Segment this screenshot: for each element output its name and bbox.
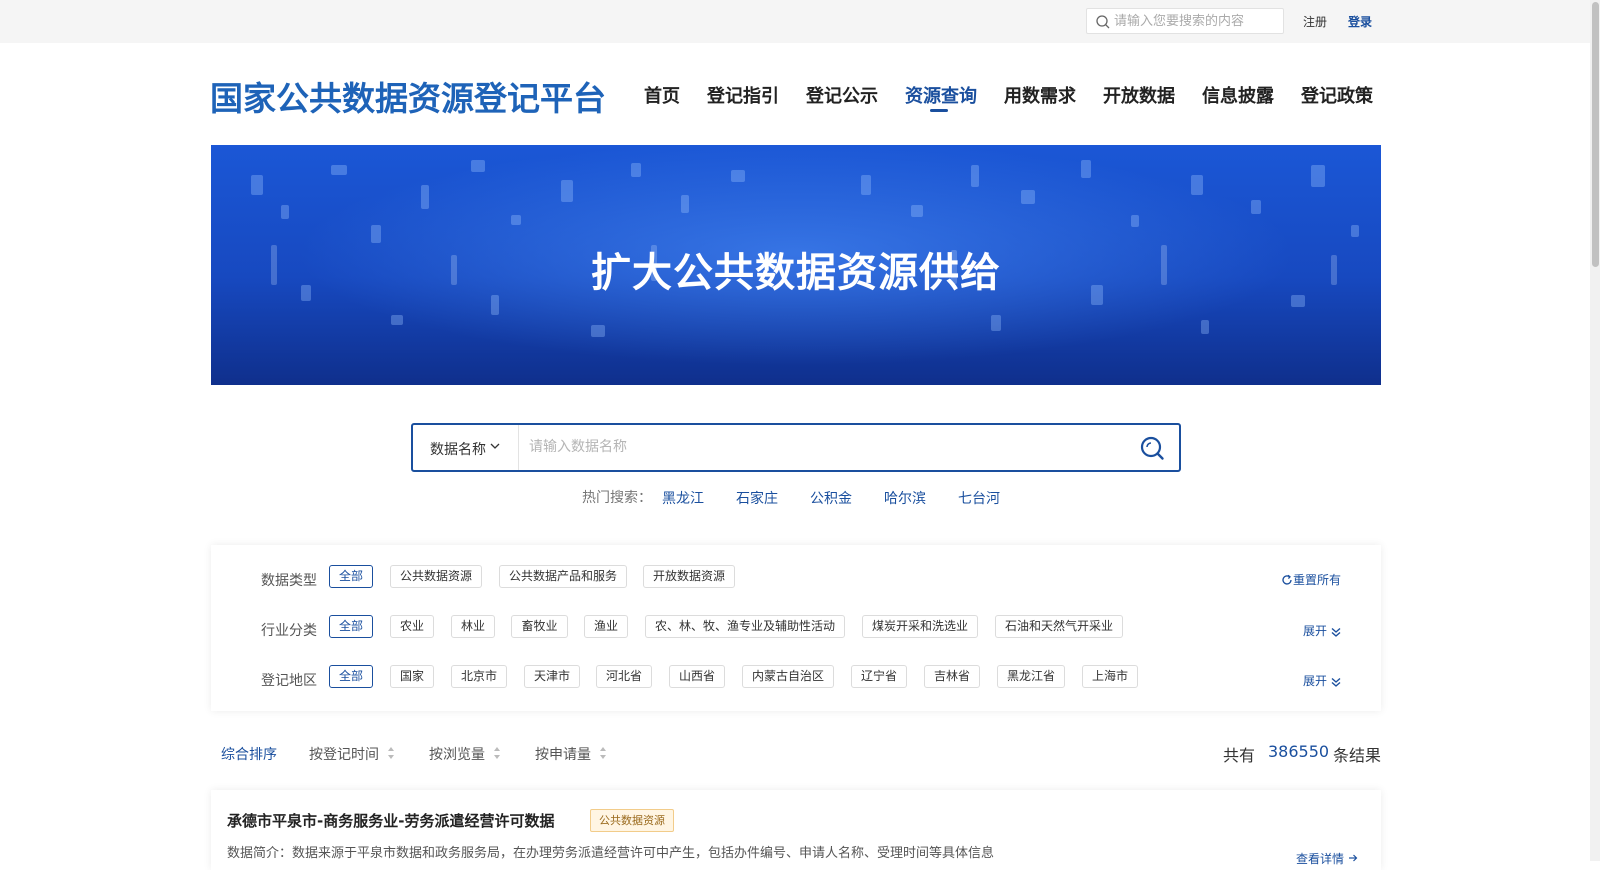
- filter-chip-agriculture[interactable]: 农业: [390, 615, 434, 638]
- sort-arrows-icon: [494, 747, 500, 759]
- filter-chip-region-heilongjiang[interactable]: 黑龙江省: [997, 665, 1065, 688]
- expand-label: 展开: [1303, 624, 1328, 638]
- filter-chip-region-liaoning[interactable]: 辽宁省: [851, 665, 907, 688]
- banner-title: 扩大公共数据资源供给: [591, 250, 1001, 296]
- filter-chip-region-all[interactable]: 全部: [329, 665, 373, 688]
- result-description: 数据简介：数据来源于平泉市数据和政务服务局，在办理劳务派遣经营许可中产生，包括办…: [227, 846, 995, 861]
- filter-chip-region-shanxi[interactable]: 山西省: [669, 665, 725, 688]
- filter-chip-region-jilin[interactable]: 吉林省: [924, 665, 980, 688]
- filter-chip-public-data-product[interactable]: 公共数据产品和服务: [499, 565, 627, 588]
- filter-chip-animal-husbandry[interactable]: 畜牧业: [511, 615, 568, 638]
- sort-comprehensive[interactable]: 综合排序: [221, 744, 277, 764]
- data-name-search-input[interactable]: [529, 435, 999, 459]
- filter-chip-coal-mining[interactable]: 煤炭开采和洗选业: [862, 615, 978, 638]
- filter-chip-industry-all[interactable]: 全部: [329, 615, 373, 638]
- nav-publicity[interactable]: 登记公示: [806, 82, 878, 108]
- filter-chip-public-data-resource[interactable]: 公共数据资源: [390, 565, 482, 588]
- filter-label-region: 登记地区: [261, 673, 317, 689]
- hot-search-term[interactable]: 石家庄: [736, 488, 778, 508]
- search-type-dropdown[interactable]: 数据名称: [413, 425, 519, 470]
- filter-chip-region-shanghai[interactable]: 上海市: [1082, 665, 1138, 688]
- result-count-suffix: 条结果: [1333, 746, 1382, 765]
- hot-search-term[interactable]: 黑龙江: [662, 488, 704, 508]
- sort-by-registration-time[interactable]: 按登记时间: [309, 744, 379, 764]
- site-title[interactable]: 国家公共数据资源登记平台: [210, 72, 606, 120]
- search-icon: [1096, 15, 1110, 29]
- refresh-icon: [1282, 574, 1292, 585]
- nav-home[interactable]: 首页: [644, 82, 680, 108]
- nav-disclosure[interactable]: 信息披露: [1202, 82, 1274, 108]
- search-button[interactable]: [1139, 435, 1167, 461]
- double-chevron-down-icon: [1331, 677, 1341, 687]
- hot-search-term[interactable]: 公积金: [810, 488, 852, 508]
- sort-arrows-icon: [600, 747, 606, 759]
- scrollbar-thumb[interactable]: [1592, 2, 1599, 267]
- hot-search-term[interactable]: 哈尔滨: [884, 488, 926, 508]
- filter-chip-region-national[interactable]: 国家: [390, 665, 434, 688]
- hero-banner: 扩大公共数据资源供给: [211, 145, 1381, 385]
- search-icon: [1140, 436, 1164, 460]
- nav-open-data[interactable]: 开放数据: [1103, 82, 1175, 108]
- filter-chip-region-beijing[interactable]: 北京市: [451, 665, 507, 688]
- filter-chip-oil-gas[interactable]: 石油和天然气开采业: [995, 615, 1123, 638]
- hot-search-term[interactable]: 七台河: [958, 488, 1000, 508]
- filter-chip-open-data-resource[interactable]: 开放数据资源: [643, 565, 735, 588]
- filter-label-data-type: 数据类型: [261, 573, 317, 589]
- nav-policy[interactable]: 登记政策: [1301, 82, 1373, 108]
- result-type-badge: 公共数据资源: [590, 809, 674, 832]
- nav-demand[interactable]: 用数需求: [1004, 82, 1076, 108]
- filter-chip-region-tianjin[interactable]: 天津市: [524, 665, 580, 688]
- result-count-prefix: 共有: [1223, 746, 1256, 765]
- filter-chip-agri-support[interactable]: 农、林、牧、渔专业及辅助性活动: [645, 615, 845, 638]
- main-search-box: 数据名称: [411, 423, 1181, 472]
- nav-active-indicator: [930, 109, 948, 112]
- result-title[interactable]: 承德市平泉市-商务服务业-劳务派遣经营许可数据: [227, 810, 554, 831]
- nav-resource-query[interactable]: 资源查询: [905, 82, 977, 108]
- view-detail-link[interactable]: 查看详情: [1296, 850, 1358, 867]
- nav-guide[interactable]: 登记指引: [707, 82, 779, 108]
- expand-label: 展开: [1303, 674, 1328, 688]
- arrow-right-icon: [1348, 854, 1358, 862]
- filter-chip-region-hebei[interactable]: 河北省: [596, 665, 652, 688]
- result-count: 386550: [1268, 742, 1330, 761]
- search-type-label: 数据名称: [430, 442, 486, 458]
- filter-chip-fishery[interactable]: 渔业: [584, 615, 628, 638]
- filter-label-industry: 行业分类: [261, 623, 317, 639]
- reset-all-label: 重置所有: [1293, 573, 1342, 587]
- filter-chip-forestry[interactable]: 林业: [451, 615, 495, 638]
- sort-by-applications[interactable]: 按申请量: [535, 744, 591, 764]
- result-card: 承德市平泉市-商务服务业-劳务派遣经营许可数据 公共数据资源 数据简介：数据来源…: [211, 790, 1381, 870]
- double-chevron-down-icon: [1331, 627, 1341, 637]
- view-detail-label: 查看详情: [1296, 852, 1345, 866]
- reset-all-button[interactable]: 重置所有: [1281, 571, 1341, 588]
- top-search-box[interactable]: [1086, 8, 1284, 34]
- sort-arrows-icon: [388, 747, 394, 759]
- login-link[interactable]: 登录: [1348, 13, 1372, 30]
- filter-chip-region-inner-mongolia[interactable]: 内蒙古自治区: [742, 665, 834, 688]
- chevron-down-icon: [490, 443, 500, 449]
- region-expand-button[interactable]: 展开: [1303, 672, 1341, 689]
- industry-expand-button[interactable]: 展开: [1303, 622, 1341, 639]
- top-search-input[interactable]: [1114, 11, 1279, 31]
- top-bar: 注册 登录: [0, 0, 1590, 43]
- filter-panel: 数据类型 全部 公共数据资源 公共数据产品和服务 开放数据资源 重置所有 行业分…: [211, 545, 1381, 711]
- sort-by-views[interactable]: 按浏览量: [429, 744, 485, 764]
- filter-chip-data-type-all[interactable]: 全部: [329, 565, 373, 588]
- hot-search-label: 热门搜索：: [582, 490, 652, 506]
- register-link[interactable]: 注册: [1303, 13, 1327, 30]
